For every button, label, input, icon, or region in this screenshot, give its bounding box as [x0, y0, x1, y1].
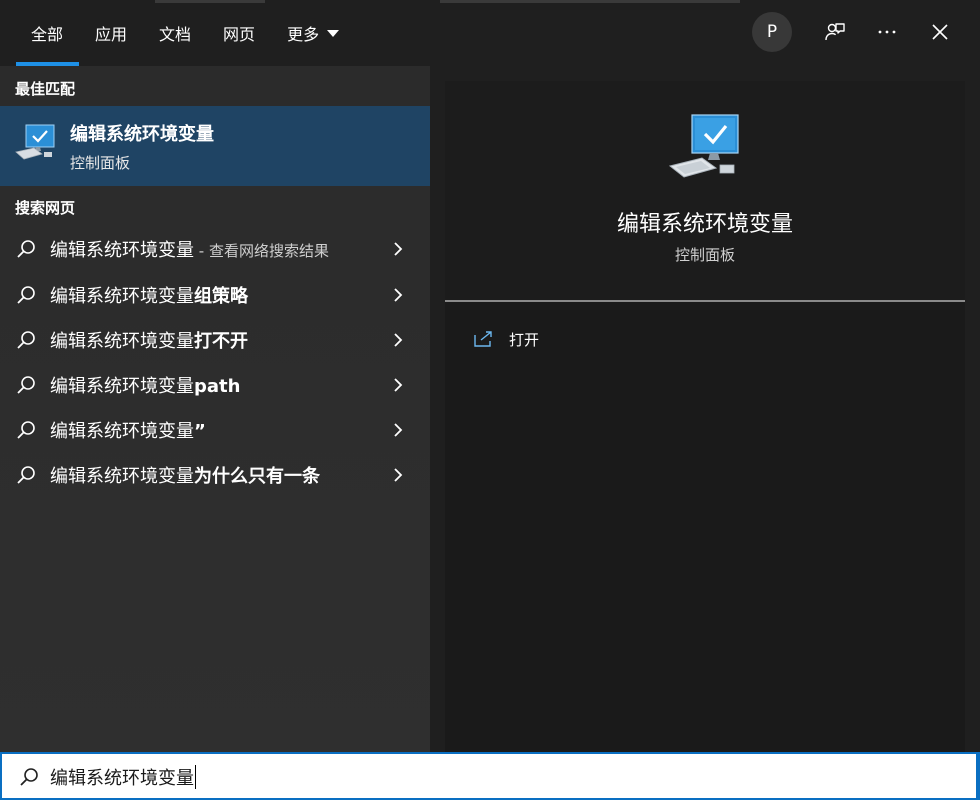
control-panel-computer-icon: [668, 114, 739, 178]
result-suffix: 打不开: [194, 330, 248, 352]
result-suffix: ”: [194, 420, 206, 442]
feedback-button[interactable]: [817, 14, 853, 50]
web-search-heading: 搜索网页: [15, 199, 76, 217]
chevron-right-icon: [394, 288, 403, 302]
preview-card: 编辑系统环境变量 控制面板 打开: [445, 81, 965, 752]
preview-subtitle: 控制面板: [674, 246, 735, 264]
web-result-text: 编辑系统环境变量为什么只有一条: [50, 462, 320, 488]
search-icon: [17, 286, 35, 304]
open-action-label: 打开: [509, 331, 540, 349]
tab-label: 全部: [31, 25, 64, 44]
tab-documents[interactable]: 文档: [143, 0, 207, 66]
web-result-row[interactable]: 编辑系统环境变量为什么只有一条: [0, 452, 430, 497]
search-query: 编辑系统环境变量: [50, 768, 194, 789]
taskbar-edge: [440, 0, 740, 3]
result-prefix: 编辑系统环境变量: [50, 239, 194, 261]
web-result-text: 编辑系统环境变量”: [50, 417, 206, 443]
result-prefix: 编辑系统环境变量: [50, 420, 194, 442]
tab-label: 网页: [223, 25, 256, 44]
result-prefix: 编辑系统环境变量: [50, 330, 194, 352]
result-prefix: 编辑系统环境变量: [50, 465, 194, 487]
preview-header: 编辑系统环境变量 控制面板: [445, 81, 965, 301]
text-cursor: [195, 765, 196, 789]
tab-label: 文档: [159, 25, 192, 44]
chevron-right-icon: [394, 468, 403, 482]
best-match-heading: 最佳匹配: [15, 80, 76, 98]
tab-apps[interactable]: 应用: [79, 0, 143, 66]
result-suffix: 组策略: [194, 285, 248, 307]
more-options-button[interactable]: [869, 14, 905, 50]
best-match-title: 编辑系统环境变量: [70, 124, 214, 145]
tab-all[interactable]: 全部: [16, 0, 80, 66]
search-input-value: 编辑系统环境变量: [50, 764, 196, 790]
web-result-row[interactable]: 编辑系统环境变量打不开: [0, 317, 430, 362]
search-icon: [20, 768, 38, 786]
tab-label: 应用: [95, 25, 128, 44]
feedback-icon: [825, 23, 845, 41]
windows-search-window: 全部 应用 文档 网页 更多 P 最佳匹配 编辑系统环境变量 控制面板 搜索网页…: [0, 0, 980, 800]
search-icon: [17, 421, 35, 439]
best-match-item[interactable]: 编辑系统环境变量 控制面板: [0, 106, 430, 186]
search-icon: [17, 240, 35, 258]
chevron-right-icon: [394, 423, 403, 437]
result-suffix: path: [194, 375, 241, 397]
avatar[interactable]: P: [752, 12, 792, 52]
web-result-text: 编辑系统环境变量组策略: [50, 282, 248, 308]
open-external-icon: [474, 331, 492, 347]
chevron-right-icon: [394, 242, 403, 256]
best-match-subtitle: 控制面板: [70, 154, 131, 172]
search-bar: 编辑系统环境变量: [0, 752, 980, 800]
chevron-down-icon: [327, 29, 340, 37]
tab-more[interactable]: 更多: [271, 0, 355, 66]
search-icon: [17, 331, 35, 349]
result-prefix: 编辑系统环境变量: [50, 375, 194, 397]
open-action[interactable]: 打开: [473, 327, 539, 351]
web-result-text: 编辑系统环境变量path: [50, 372, 240, 398]
tab-label: 更多: [287, 25, 320, 44]
scope-tabs: 全部 应用 文档 网页 更多: [16, 0, 355, 66]
tab-web[interactable]: 网页: [207, 0, 271, 66]
web-result-row[interactable]: 编辑系统环境变量 - 查看网络搜索结果: [0, 226, 430, 271]
search-icon: [17, 466, 35, 484]
search-input[interactable]: 编辑系统环境变量: [2, 754, 976, 798]
results-panel: 最佳匹配 编辑系统环境变量 控制面板 搜索网页 编辑系统环境变量 - 查看网络搜…: [0, 66, 430, 752]
preview-panel: 编辑系统环境变量 控制面板 打开: [430, 66, 980, 752]
web-result-text: 编辑系统环境变量 - 查看网络搜索结果: [50, 236, 329, 262]
avatar-initial: P: [766, 22, 778, 42]
web-result-row[interactable]: 编辑系统环境变量”: [0, 407, 430, 452]
control-panel-computer-icon: [15, 124, 55, 160]
chevron-right-icon: [394, 333, 403, 347]
result-prefix: 编辑系统环境变量: [50, 285, 194, 307]
chevron-right-icon: [394, 378, 403, 392]
close-button[interactable]: [922, 14, 958, 50]
close-icon: [932, 24, 948, 40]
result-suffix: 为什么只有一条: [194, 465, 320, 487]
result-hint: - 查看网络搜索结果: [194, 241, 329, 260]
ellipsis-icon: [878, 30, 896, 34]
search-icon: [17, 376, 35, 394]
preview-title: 编辑系统环境变量: [616, 212, 793, 237]
web-result-row[interactable]: 编辑系统环境变量组策略: [0, 272, 430, 317]
preview-divider: [445, 300, 965, 302]
web-result-text: 编辑系统环境变量打不开: [50, 327, 248, 353]
top-bar: 全部 应用 文档 网页 更多 P: [0, 0, 980, 66]
web-result-row[interactable]: 编辑系统环境变量path: [0, 362, 430, 407]
